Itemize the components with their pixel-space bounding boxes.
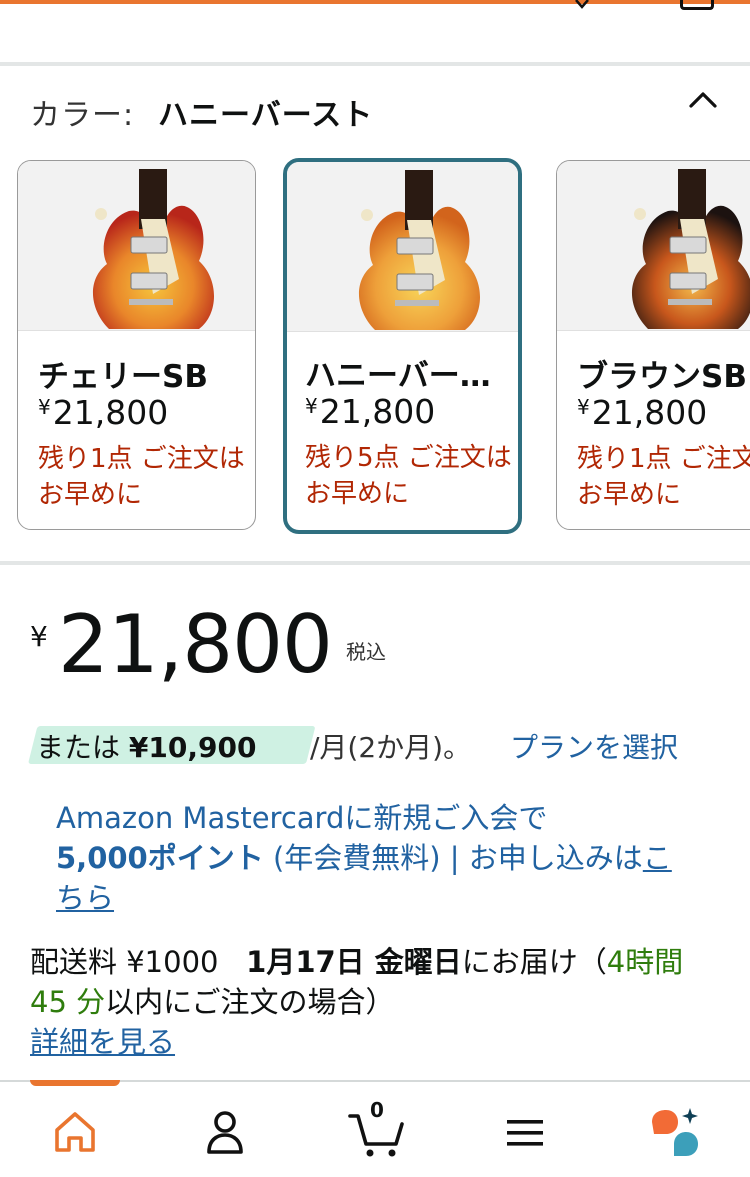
share-icon[interactable]	[680, 0, 714, 10]
nav-home[interactable]	[45, 1104, 105, 1160]
color-option-name: チェリーSB	[38, 359, 208, 395]
color-selector-header[interactable]: カラー: ハニーバースト	[30, 86, 720, 133]
active-tab-indicator	[30, 1080, 120, 1086]
shipping-fee: 配送料 ¥1000	[30, 945, 219, 979]
menu-icon	[507, 1120, 543, 1146]
nav-menu[interactable]	[495, 1104, 555, 1160]
color-option-name: ハニーバー…	[305, 358, 491, 394]
rufus-ai-icon	[652, 1108, 698, 1156]
guitar-brown-sunburst-image	[557, 161, 750, 331]
color-option-price: ¥21,800	[38, 393, 169, 432]
mastercard-promo[interactable]: Amazon Mastercardに新規ご入会で 5,000ポイント (年会費無…	[56, 798, 696, 918]
delivery-text: にお届け（	[461, 945, 607, 979]
section-divider	[0, 62, 750, 66]
promo-text-2: (年会費無料) | お申し込みは	[272, 841, 643, 875]
account-icon	[207, 1111, 243, 1154]
color-option-cherry-sb[interactable]: チェリーSB ¥21,800 残り1点 ご注文はお早めに	[17, 160, 256, 530]
delivery-info: 配送料 ¥1000 1月17日 金曜日にお届け（4時間 45 分以内にご注文の場…	[30, 942, 720, 1062]
color-option-price: ¥21,800	[305, 392, 436, 431]
installment-offer: または ¥10,900 /月(2か月)。 プランを選択	[28, 722, 728, 766]
section-divider	[0, 561, 750, 565]
color-option-brown-sb[interactable]: ブラウンSB ¥21,800 残り1点 ご注文はお早めに	[556, 160, 750, 530]
bottom-navigation-bar: 0	[0, 1080, 750, 1177]
chevron-down-icon[interactable]	[574, 0, 590, 10]
stock-warning: 残り1点 ご注文はお早めに	[577, 444, 750, 510]
guitar-cherry-sunburst-image	[18, 161, 255, 331]
product-price: ¥ 21,800 税込	[30, 598, 630, 698]
select-plan-link[interactable]: プランを選択	[510, 726, 678, 766]
promo-text: Amazon Mastercardに新規ご入会で	[56, 801, 548, 835]
home-icon	[55, 1112, 95, 1152]
delivery-details-link[interactable]: 詳細を見る	[30, 1025, 175, 1059]
color-option-name: ブラウンSB	[577, 359, 747, 395]
installment-period: /月(2か月)。	[310, 731, 472, 764]
chevron-up-icon[interactable]	[686, 86, 720, 116]
installment-badge: または ¥10,900	[36, 731, 257, 764]
delivery-condition: 以内にご注文の場合）	[105, 985, 395, 1019]
top-partial-toolbar	[574, 0, 714, 14]
guitar-honey-burst-image	[287, 162, 518, 332]
price-amount: 21,800	[58, 598, 333, 691]
cart-count-badge: 0	[370, 1098, 384, 1122]
promo-points: 5,000ポイント	[56, 841, 264, 875]
nav-rufus[interactable]	[644, 1104, 704, 1160]
color-swatch-carousel[interactable]: チェリーSB ¥21,800 残り1点 ご注文はお早めに ハニーバー… ¥21,…	[0, 158, 750, 538]
stock-warning: 残り5点 ご注文はお早めに	[305, 443, 512, 509]
nav-cart[interactable]: 0	[348, 1098, 408, 1160]
delivery-date: 1月17日 金曜日	[246, 945, 462, 979]
nav-account[interactable]	[195, 1104, 255, 1160]
price-currency: ¥	[30, 620, 48, 653]
color-option-price: ¥21,800	[577, 393, 708, 432]
tax-included-note: 税込	[346, 640, 386, 664]
selected-color-value: ハニーバースト	[158, 98, 374, 133]
color-label: カラー:	[30, 98, 135, 133]
color-option-honey-burst[interactable]: ハニーバー… ¥21,800 残り5点 ご注文はお早めに	[283, 158, 522, 534]
stock-warning: 残り1点 ご注文はお早めに	[38, 444, 245, 510]
